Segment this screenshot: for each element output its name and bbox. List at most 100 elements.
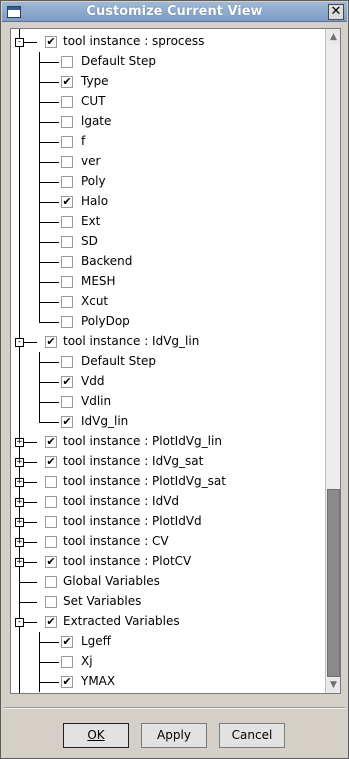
apply-button[interactable]: Apply <box>141 723 207 748</box>
title-bar[interactable]: Customize Current View ✕ <box>2 2 347 22</box>
tree-node[interactable]: - ✔ tool instance : IdVg_lin <box>11 332 327 352</box>
checkbox[interactable]: ✔ <box>61 376 73 388</box>
tree-leaf[interactable]: ✔ Vdd <box>11 372 327 392</box>
checkbox[interactable] <box>61 96 73 108</box>
tree-node[interactable]: - ✔ tool instance : sprocess <box>11 32 327 52</box>
checkbox[interactable]: ✔ <box>45 556 57 568</box>
tree-leaf[interactable]: f <box>11 132 327 152</box>
tree-view[interactable]: - ✔ tool instance : sprocess Default Step ✔ T… <box>10 28 341 694</box>
tree-leaf[interactable]: Xj <box>11 652 327 672</box>
checkbox[interactable] <box>61 656 73 668</box>
ok-button[interactable]: OK <box>63 723 129 748</box>
collapse-icon[interactable]: - <box>15 618 24 627</box>
expand-icon[interactable]: + <box>15 518 24 527</box>
tree-leaf[interactable]: Vdlin <box>11 392 327 412</box>
tree-leaf-label: f <box>81 134 86 148</box>
checkbox[interactable] <box>61 316 73 328</box>
tree-leaf[interactable]: Ext <box>11 212 327 232</box>
tree-leaf[interactable]: CUT <box>11 92 327 112</box>
checkbox[interactable]: ✔ <box>45 616 57 628</box>
collapse-icon[interactable]: - <box>15 38 24 47</box>
checkbox[interactable]: ✔ <box>61 676 73 688</box>
checkbox[interactable] <box>61 236 73 248</box>
checkbox[interactable] <box>61 216 73 228</box>
tree-branch-line <box>39 412 40 422</box>
tree-leaf[interactable]: ✔ Type <box>11 72 327 92</box>
tree-leaf[interactable]: ✔ Halo <box>11 192 327 212</box>
checkbox[interactable] <box>61 56 73 68</box>
tree-connector <box>39 382 59 383</box>
checkbox[interactable] <box>61 116 73 128</box>
vertical-scrollbar[interactable]: ▲ ▼ <box>325 29 340 693</box>
tree-leaf[interactable]: ✔ YMAX <box>11 672 327 692</box>
expand-icon[interactable]: + <box>15 498 24 507</box>
tree-leaf[interactable]: Xcut <box>11 292 327 312</box>
tree-node[interactable]: Set Variables <box>11 592 327 612</box>
checkbox[interactable]: ✔ <box>45 36 57 48</box>
customize-view-dialog: Customize Current View ✕ - ✔ tool instance… <box>0 0 349 759</box>
tree-connector <box>39 422 59 423</box>
checkbox[interactable] <box>61 396 73 408</box>
tree-leaf[interactable]: ✔ IdVg_lin <box>11 412 327 432</box>
tree-node[interactable]: + tool instance : IdVd <box>11 492 327 512</box>
tree-leaf[interactable]: ✔ Lgeff <box>11 632 327 652</box>
tree-leaf[interactable]: Default Step <box>11 352 327 372</box>
scroll-up-button[interactable]: ▲ <box>327 30 340 44</box>
tree-leaf[interactable]: Default Step <box>11 52 327 72</box>
checkbox[interactable] <box>61 256 73 268</box>
cancel-label: Cancel <box>231 728 273 742</box>
tree-leaf[interactable]: lgate <box>11 112 327 132</box>
tree-node[interactable]: Global Variables <box>11 572 327 592</box>
scroll-down-button[interactable]: ▼ <box>327 678 340 692</box>
tree-node[interactable]: + ✔ tool instance : PlotCV <box>11 552 327 572</box>
checkbox[interactable] <box>61 276 73 288</box>
expand-icon[interactable]: + <box>15 538 24 547</box>
checkbox[interactable] <box>45 536 57 548</box>
tree-leaf[interactable]: ver <box>11 152 327 172</box>
tree-node[interactable]: + tool instance : CV <box>11 532 327 552</box>
scroll-thumb[interactable] <box>327 489 340 677</box>
tree-leaf[interactable]: Poly <box>11 172 327 192</box>
checkbox[interactable]: ✔ <box>45 456 57 468</box>
tree-leaf[interactable]: SD <box>11 232 327 252</box>
tree-leaf-label: PolyDop <box>81 314 130 328</box>
checkbox[interactable] <box>45 516 57 528</box>
checkbox[interactable]: ✔ <box>61 416 73 428</box>
checkbox[interactable]: ✔ <box>61 76 73 88</box>
tree-connector <box>39 122 59 123</box>
expand-icon[interactable]: + <box>15 458 24 467</box>
tree-node[interactable]: + ✔ tool instance : IdVg_sat <box>11 452 327 472</box>
checkbox[interactable] <box>61 356 73 368</box>
checkbox[interactable]: ✔ <box>45 336 57 348</box>
checkbox[interactable] <box>45 576 57 588</box>
tree-node[interactable]: - ✔ Extracted Variables <box>11 612 327 632</box>
collapse-icon[interactable]: - <box>15 338 24 347</box>
checkbox[interactable]: ✔ <box>61 636 73 648</box>
tree-node-label: tool instance : PlotCV <box>63 554 192 568</box>
tree-node-label: tool instance : IdVd <box>63 494 180 508</box>
checkbox[interactable]: ✔ <box>61 196 73 208</box>
checkbox[interactable] <box>61 296 73 308</box>
cancel-button[interactable]: Cancel <box>219 723 285 748</box>
tree-leaf[interactable]: PolyDop <box>11 312 327 332</box>
checkbox[interactable] <box>45 476 57 488</box>
tree-branch-line <box>39 312 40 322</box>
tree-leaf-label: CUT <box>81 94 106 108</box>
expand-icon[interactable]: + <box>15 558 24 567</box>
checkbox[interactable] <box>61 176 73 188</box>
tree-leaf[interactable]: MESH <box>11 272 327 292</box>
tree-connector <box>39 642 59 643</box>
checkbox[interactable] <box>45 596 57 608</box>
tree-node[interactable]: + ✔ tool instance : PlotIdVg_lin <box>11 432 327 452</box>
checkbox[interactable]: ✔ <box>45 436 57 448</box>
checkbox[interactable] <box>61 136 73 148</box>
tree-leaf[interactable]: Backend <box>11 252 327 272</box>
tree-node[interactable]: + tool instance : PlotIdVg_sat <box>11 472 327 492</box>
checkbox[interactable] <box>61 156 73 168</box>
close-button[interactable]: ✕ <box>328 4 344 20</box>
tree-leaf-label: Vdlin <box>81 394 112 408</box>
tree-node[interactable]: + tool instance : PlotIdVd <box>11 512 327 532</box>
expand-icon[interactable]: + <box>15 438 24 447</box>
checkbox[interactable] <box>45 496 57 508</box>
expand-icon[interactable]: + <box>15 478 24 487</box>
